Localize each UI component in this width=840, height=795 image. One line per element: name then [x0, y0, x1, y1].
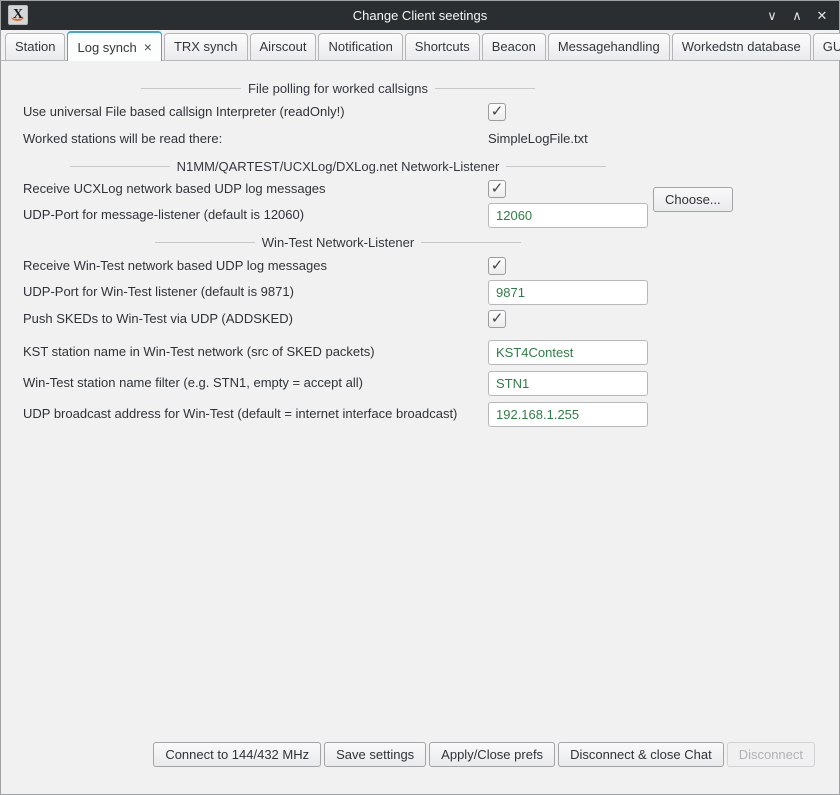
divider: [435, 88, 535, 89]
section-header-file-polling: File polling for worked callsigns: [1, 81, 675, 96]
label-receive-wintest: Receive Win-Test network based UDP log m…: [23, 257, 327, 275]
check-icon: ✓: [491, 104, 504, 119]
tab-label: Airscout: [260, 39, 307, 54]
close-icon[interactable]: ✕: [815, 8, 829, 24]
receive-wintest-checkbox[interactable]: ✓: [488, 257, 506, 275]
dialog-window: X Change Client seetings ∨ ∧ ✕ Station L…: [0, 0, 840, 795]
check-icon: ✓: [491, 311, 504, 326]
check-icon: ✓: [491, 181, 504, 196]
universal-interpreter-checkbox[interactable]: ✓: [488, 103, 506, 121]
divider: [141, 88, 241, 89]
app-icon-swoosh: [11, 12, 24, 21]
station-name-filter-input[interactable]: [488, 371, 648, 396]
maximize-icon[interactable]: ∧: [790, 8, 804, 24]
minimize-icon[interactable]: ∨: [765, 8, 779, 24]
titlebar: X Change Client seetings ∨ ∧ ✕: [1, 1, 839, 30]
label-udp-broadcast-address: UDP broadcast address for Win-Test (defa…: [23, 405, 457, 423]
divider: [70, 166, 170, 167]
divider: [421, 242, 521, 243]
tab-notification[interactable]: Notification: [318, 33, 402, 60]
tab-airscout[interactable]: Airscout: [250, 33, 317, 60]
tab-messagehandling[interactable]: Messagehandling: [548, 33, 670, 60]
footer-button-bar: Connect to 144/432 MHz Save settings App…: [153, 742, 815, 767]
app-icon: X: [8, 5, 28, 25]
disconnect-close-chat-button[interactable]: Disconnect & close Chat: [558, 742, 724, 767]
tab-shortcuts[interactable]: Shortcuts: [405, 33, 480, 60]
tab-label: Messagehandling: [558, 39, 660, 54]
section-header-network-listener: N1MM/QARTEST/UCXLog/DXLog.net Network-Li…: [1, 159, 675, 174]
divider: [506, 166, 606, 167]
window-title: Change Client seetings: [1, 8, 839, 23]
tab-workedstn-database[interactable]: Workedstn database: [672, 33, 811, 60]
tab-label: Beacon: [492, 39, 536, 54]
apply-close-prefs-button[interactable]: Apply/Close prefs: [429, 742, 555, 767]
tab-bar: Station Log synch × TRX synch Airscout No…: [1, 30, 839, 61]
receive-ucxlog-checkbox[interactable]: ✓: [488, 180, 506, 198]
check-icon: ✓: [491, 258, 504, 273]
push-skeds-checkbox[interactable]: ✓: [488, 310, 506, 328]
section-title: N1MM/QARTEST/UCXLog/DXLog.net Network-Li…: [177, 159, 500, 174]
section-title: File polling for worked callsigns: [248, 81, 428, 96]
kst-station-name-input[interactable]: [488, 340, 648, 365]
tab-trx-synch[interactable]: TRX synch: [164, 33, 248, 60]
label-receive-ucxlog: Receive UCXLog network based UDP log mes…: [23, 180, 326, 198]
tab-station[interactable]: Station: [5, 33, 65, 60]
label-kst-station-name: KST station name in Win-Test network (sr…: [23, 343, 375, 361]
tab-label: Workedstn database: [682, 39, 801, 54]
divider: [155, 242, 255, 243]
label-udp-port-listener: UDP-Port for message-listener (default i…: [23, 206, 304, 224]
udp-broadcast-address-input[interactable]: [488, 402, 648, 427]
label-udp-port-wintest: UDP-Port for Win-Test listener (default …: [23, 283, 294, 301]
tab-label: Shortcuts: [415, 39, 470, 54]
connect-144-432-button[interactable]: Connect to 144/432 MHz: [153, 742, 321, 767]
label-universal-interpreter: Use universal File based callsign Interp…: [23, 103, 345, 121]
worked-stations-file-value: SimpleLogFile.txt: [488, 130, 588, 148]
tab-label: TRX synch: [174, 39, 238, 54]
tab-label: Log synch: [77, 40, 136, 55]
tab-log-synch[interactable]: Log synch ×: [67, 31, 161, 61]
section-header-wintest-listener: Win-Test Network-Listener: [1, 235, 675, 250]
tab-label: GUI: [823, 39, 840, 54]
log-synch-pane: File polling for worked callsigns Use un…: [1, 61, 839, 794]
tab-gui[interactable]: GUI: [813, 33, 840, 60]
section-title: Win-Test Network-Listener: [262, 235, 414, 250]
disconnect-button: Disconnect: [727, 742, 815, 767]
tab-close-icon[interactable]: ×: [144, 39, 152, 55]
udp-port-wintest-input[interactable]: [488, 280, 648, 305]
tab-label: Station: [15, 39, 55, 54]
choose-file-button[interactable]: Choose...: [653, 187, 733, 212]
udp-port-listener-input[interactable]: [488, 203, 648, 228]
label-worked-stations-file: Worked stations will be read there:: [23, 130, 222, 148]
tab-label: Notification: [328, 39, 392, 54]
label-push-skeds: Push SKEDs to Win-Test via UDP (ADDSKED): [23, 310, 293, 328]
tab-beacon[interactable]: Beacon: [482, 33, 546, 60]
label-station-name-filter: Win-Test station name filter (e.g. STN1,…: [23, 374, 363, 392]
save-settings-button[interactable]: Save settings: [324, 742, 426, 767]
